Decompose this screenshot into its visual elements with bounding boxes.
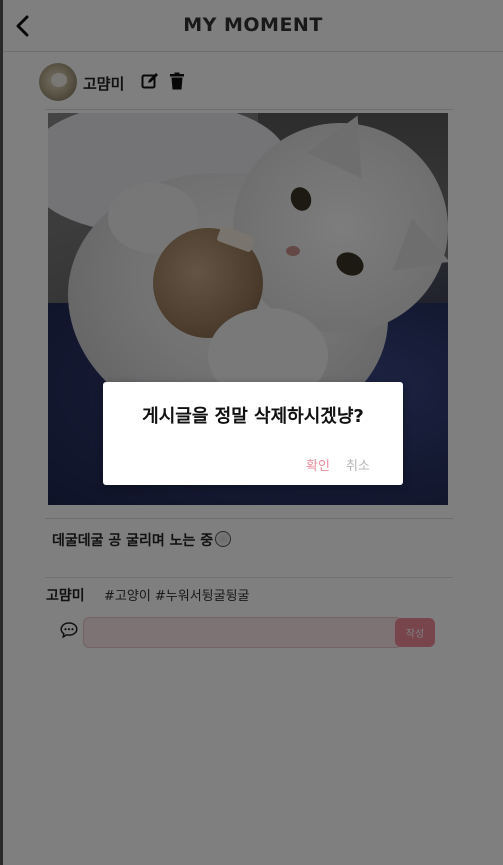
cancel-button[interactable]: 취소 <box>346 455 370 474</box>
dialog-message: 게시글을 정말 삭제하시겠냥? <box>142 406 364 427</box>
delete-confirm-dialog: 게시글을 정말 삭제하시겠냥? 확인 취소 <box>103 382 403 485</box>
confirm-button[interactable]: 확인 <box>306 455 330 474</box>
